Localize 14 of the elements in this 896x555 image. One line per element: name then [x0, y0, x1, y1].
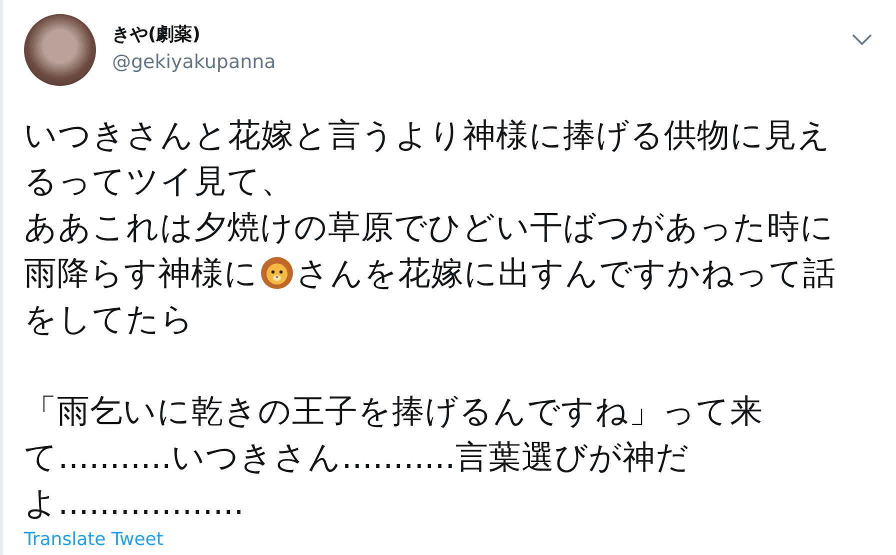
tweet-text: よ.................. [24, 483, 244, 524]
tweet-text: をしてたら [24, 299, 194, 340]
username: @gekiyakupanna [112, 50, 277, 75]
lion-icon [260, 256, 294, 290]
tweet-text: るってツイ見て、 [24, 161, 294, 202]
tweet-text: さんを花嫁に出すんですかねって話 [296, 253, 836, 294]
translate-tweet-link[interactable]: Translate Tweet [24, 528, 164, 552]
tweet-text: ああこれは夕焼けの草原でひどい干ばつがあった時に [24, 207, 834, 248]
tweet-text: て...........いつきさん...........言葉選びが神だ [24, 437, 690, 478]
display-name: きや(劇薬) [112, 23, 202, 47]
tweet-text: いつきさんと花嫁と言うより神様に捧げる供物に見え [24, 115, 831, 156]
chevron-down-icon[interactable] [852, 34, 872, 46]
tweet-text: 「雨乞いに乾きの王子を捧げるんですね」って来 [24, 391, 763, 432]
tweet-text: 雨降らす神様に [24, 253, 258, 294]
